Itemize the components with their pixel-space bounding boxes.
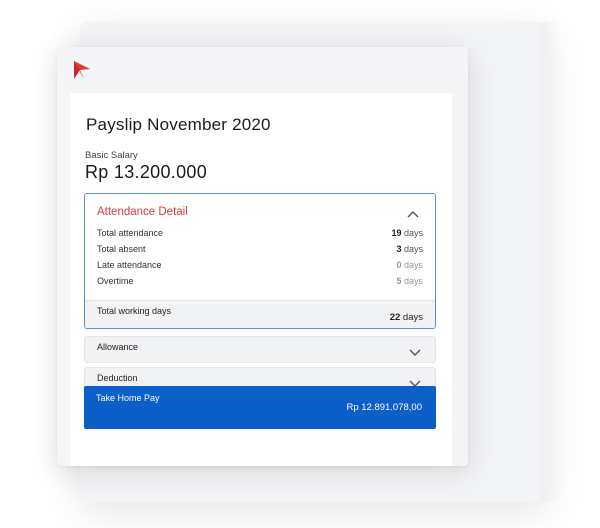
attendance-row-value: 3 days <box>396 244 423 254</box>
deduction-label: Deduction <box>97 373 138 383</box>
payslip-card: Payslip November 2020 Basic Salary Rp 13… <box>70 93 452 466</box>
chevron-down-icon[interactable] <box>409 349 421 357</box>
attendance-row: Total attendance 19 days <box>97 228 423 242</box>
brand-logo-icon <box>74 61 90 79</box>
total-working-days-row: Total working days 22 days <box>85 300 435 328</box>
attendance-row: Overtime 5 days <box>97 276 423 290</box>
total-working-days-value: 22 days <box>389 312 423 323</box>
allowance-section[interactable]: Allowance <box>84 336 436 363</box>
chevron-up-icon[interactable] <box>407 210 419 218</box>
background-card-fade <box>540 22 560 502</box>
attendance-row-value: 19 days <box>391 228 423 238</box>
attendance-row-label: Total attendance <box>97 228 164 238</box>
attendance-detail-title[interactable]: Attendance Detail <box>97 206 188 218</box>
attendance-row-label: Late attendance <box>97 260 162 270</box>
basic-salary-amount: Rp 13.200.000 <box>85 162 207 182</box>
take-home-pay-bar[interactable]: Take Home Pay Rp 12.891.078,00 <box>84 386 436 429</box>
attendance-row: Late attendance 0 days <box>97 260 423 274</box>
allowance-label: Allowance <box>97 342 139 352</box>
page-title: Payslip November 2020 <box>86 115 271 134</box>
attendance-row-label: Overtime <box>97 276 134 286</box>
total-working-days-label: Total working days <box>97 306 172 316</box>
basic-salary-label: Basic Salary <box>85 150 138 161</box>
app-window: Payslip November 2020 Basic Salary Rp 13… <box>57 47 468 466</box>
take-home-pay-amount: Rp 12.891.078,00 <box>346 402 422 413</box>
take-home-pay-label: Take Home Pay <box>96 393 160 403</box>
attendance-row-value: 5 days <box>396 276 423 286</box>
attendance-row: Total absent 3 days <box>97 244 423 258</box>
attendance-row-value: 0 days <box>396 260 423 270</box>
attendance-detail-panel: Attendance Detail Total attendance 19 da… <box>84 193 436 329</box>
attendance-row-label: Total absent <box>97 244 146 254</box>
